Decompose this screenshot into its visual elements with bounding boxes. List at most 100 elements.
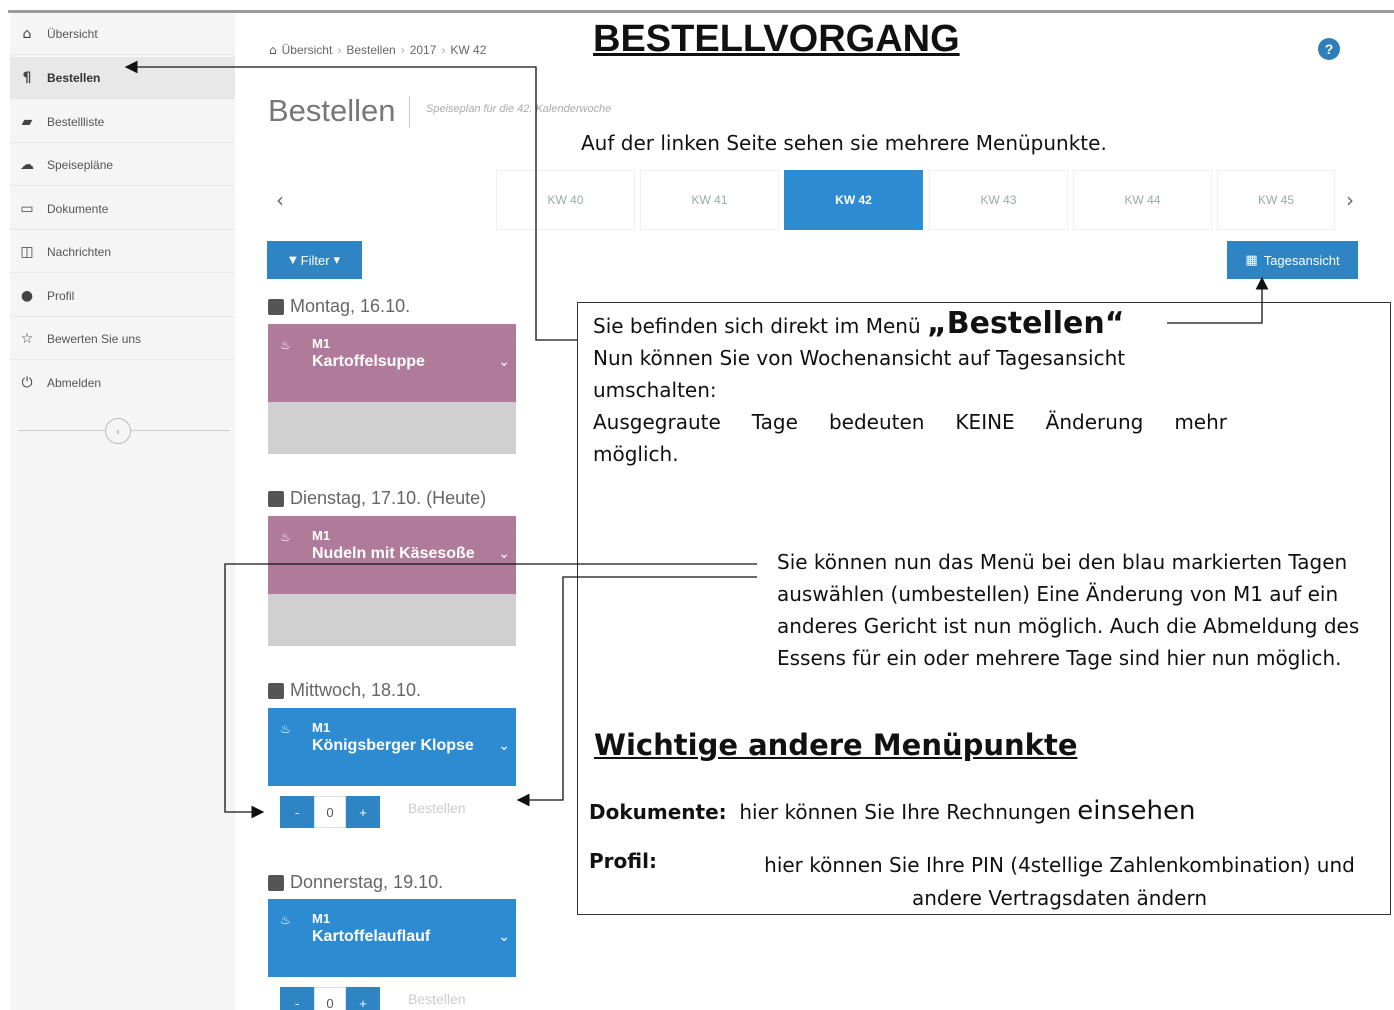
book-icon: ▰ bbox=[21, 113, 33, 130]
day-marker bbox=[268, 490, 284, 507]
soup-bowl-icon: ♨ bbox=[280, 338, 291, 352]
filter-icon: ▼ bbox=[288, 254, 297, 266]
quantity-input[interactable]: 0 bbox=[314, 987, 346, 1010]
cloud-icon: ☁ bbox=[20, 156, 34, 173]
order-row: - 0 + Bestellen bbox=[268, 786, 516, 838]
soup-bowl-icon: ♨ bbox=[280, 913, 291, 927]
annotation-label: Dokumente: bbox=[589, 800, 727, 824]
chevron-down-icon: ⌄ bbox=[498, 354, 510, 370]
day-header: Donnerstag, 19.10. bbox=[268, 872, 443, 893]
page-title: Bestellen bbox=[268, 93, 396, 128]
day-view-label: Tagesansicht bbox=[1263, 252, 1340, 268]
annotation-title: BESTELLVORGANG bbox=[593, 18, 960, 60]
quantity-decrease-button[interactable]: - bbox=[280, 987, 314, 1010]
sidebar-item-label: Bewerten Sie uns bbox=[47, 331, 142, 346]
sidebar-item-profil[interactable]: ● Profil bbox=[10, 275, 235, 317]
sidebar-item-bestellen[interactable]: ¶ Bestellen bbox=[10, 57, 235, 99]
filter-label: Filter bbox=[300, 252, 330, 268]
meal-code: M1 bbox=[312, 528, 331, 543]
week-tab-kw44[interactable]: KW 44 bbox=[1073, 170, 1212, 230]
title-divider bbox=[409, 96, 410, 128]
document-icon: ▭ bbox=[20, 200, 34, 217]
week-tab-kw41[interactable]: KW 41 bbox=[640, 170, 779, 230]
breadcrumb-separator: › bbox=[400, 43, 405, 57]
sidebar-item-abmelden[interactable]: ⏻ Abmelden bbox=[10, 362, 235, 404]
annotation-left-menu-note: Auf der linken Seite sehen sie mehrere M… bbox=[581, 131, 1107, 155]
page-subtitle: Speiseplan für die 42. Kalenderwoche bbox=[426, 103, 612, 115]
week-tab-kw45[interactable]: KW 45 bbox=[1217, 170, 1335, 230]
quantity-increase-button[interactable]: + bbox=[346, 987, 380, 1010]
meal-card-locked: ♨ M1 Nudeln mit Käsesoße ⌄ bbox=[268, 516, 516, 594]
user-icon: ● bbox=[20, 287, 34, 304]
sidebar-item-bestellliste[interactable]: ▰ Bestellliste bbox=[10, 101, 235, 143]
meal-dish: Königsberger Klopse bbox=[312, 737, 474, 754]
chevron-down-icon[interactable]: ⌄ bbox=[498, 738, 510, 754]
week-tab-kw43[interactable]: KW 43 bbox=[929, 170, 1068, 230]
sidebar-item-label: Bestellen bbox=[47, 70, 101, 85]
chevron-down-icon: ⌄ bbox=[498, 546, 510, 562]
annotation-text: Ausgegraute Tage bedeuten KEINE Änderung… bbox=[593, 410, 1227, 434]
annotation-text: möglich. bbox=[593, 442, 679, 466]
breadcrumb-item[interactable]: Übersicht bbox=[282, 43, 333, 57]
annotation-text: Nun können Sie von Wochenansicht auf Tag… bbox=[593, 346, 1126, 402]
day-header-label: Donnerstag, 19.10. bbox=[290, 872, 444, 892]
breadcrumb-separator: › bbox=[337, 43, 342, 57]
meal-code: M1 bbox=[312, 911, 331, 926]
week-tab-kw42[interactable]: KW 42 bbox=[784, 170, 923, 230]
cutlery-icon: ¶ bbox=[22, 69, 32, 86]
caret-down-icon: ▾ bbox=[333, 252, 341, 268]
sidebar-item-uebersicht[interactable]: ⌂ Übersicht bbox=[10, 13, 235, 55]
soup-bowl-icon: ♨ bbox=[280, 722, 291, 736]
breadcrumb-item[interactable]: 2017 bbox=[410, 43, 437, 57]
meal-dish: Kartoffelauflauf bbox=[312, 928, 431, 945]
meal-code: M1 bbox=[312, 720, 331, 735]
locked-order-area bbox=[268, 402, 516, 454]
quantity-increase-button[interactable]: + bbox=[346, 796, 380, 828]
sidebar-item-dokumente[interactable]: ▭ Dokumente bbox=[10, 188, 235, 230]
sidebar-item-bewerten[interactable]: ☆ Bewerten Sie uns bbox=[10, 318, 235, 360]
day-view-button[interactable]: ▦ Tagesansicht bbox=[1227, 241, 1358, 279]
meal-card-selectable[interactable]: ♨ M1 Königsberger Klopse ⌄ bbox=[268, 708, 516, 786]
sidebar-item-label: Nachrichten bbox=[47, 244, 112, 259]
annotation-text: hier können Sie Ihre Rechnungen bbox=[739, 800, 1078, 824]
star-icon: ☆ bbox=[20, 330, 34, 347]
breadcrumb: ⌂ Übersicht › Bestellen › 2017 › KW 42 bbox=[269, 43, 486, 57]
meal-card-locked: ♨ M1 Kartoffelsuppe ⌄ bbox=[268, 324, 516, 402]
meal-dish: Nudeln mit Käsesoße bbox=[312, 545, 475, 562]
day-header: Mittwoch, 18.10. bbox=[268, 680, 421, 701]
next-week-button[interactable]: › bbox=[1338, 170, 1362, 230]
meal-card-selectable[interactable]: ♨ M1 Kartoffelauflauf ⌄ bbox=[268, 899, 516, 977]
sidebar-item-label: Profil bbox=[47, 288, 75, 303]
filter-button[interactable]: ▼ Filter ▾ bbox=[267, 241, 362, 279]
meal-dish: Kartoffelsuppe bbox=[312, 353, 425, 370]
annotation-label: Profil: bbox=[589, 849, 657, 873]
annotation-profil-text: hier können Sie Ihre PIN (4stellige Zahl… bbox=[764, 853, 1355, 910]
chevron-down-icon[interactable]: ⌄ bbox=[498, 929, 510, 945]
order-button[interactable]: Bestellen bbox=[408, 991, 466, 1007]
soup-bowl-icon: ♨ bbox=[280, 530, 291, 544]
previous-week-button[interactable]: ‹ bbox=[268, 170, 292, 230]
breadcrumb-item: KW 42 bbox=[450, 43, 487, 57]
order-button[interactable]: Bestellen bbox=[408, 800, 466, 816]
sidebar-item-label: Speisepläne bbox=[47, 157, 114, 172]
power-icon: ⏻ bbox=[21, 375, 33, 391]
week-tab-kw40[interactable]: KW 40 bbox=[496, 170, 635, 230]
sidebar-item-label: Abmelden bbox=[47, 376, 102, 390]
sidebar-item-nachrichten[interactable]: ◫ Nachrichten bbox=[10, 231, 235, 273]
quantity-decrease-button[interactable]: - bbox=[280, 796, 314, 828]
annotation-text: Sie befinden sich direkt im Menü bbox=[593, 314, 928, 338]
home-icon[interactable]: ⌂ bbox=[269, 43, 277, 57]
annotation-blue-days-note: Sie können nun das Menü bei den blau mar… bbox=[777, 550, 1360, 670]
breadcrumb-item[interactable]: Bestellen bbox=[346, 43, 395, 57]
order-row: - 0 + Bestellen bbox=[268, 977, 516, 1010]
inbox-icon: ◫ bbox=[20, 243, 34, 260]
annotation-emphasis: einsehen bbox=[1077, 796, 1196, 826]
day-header: Dienstag, 17.10. (Heute) bbox=[268, 488, 486, 509]
breadcrumb-separator: › bbox=[441, 43, 446, 57]
collapse-sidebar-button[interactable]: ‹ bbox=[105, 418, 131, 444]
day-marker bbox=[268, 298, 284, 315]
sidebar-item-speiseplaene[interactable]: ☁ Speisepläne bbox=[10, 144, 235, 186]
quantity-input[interactable]: 0 bbox=[314, 796, 346, 828]
help-icon[interactable]: ? bbox=[1318, 38, 1340, 60]
home-icon: ⌂ bbox=[22, 25, 32, 42]
